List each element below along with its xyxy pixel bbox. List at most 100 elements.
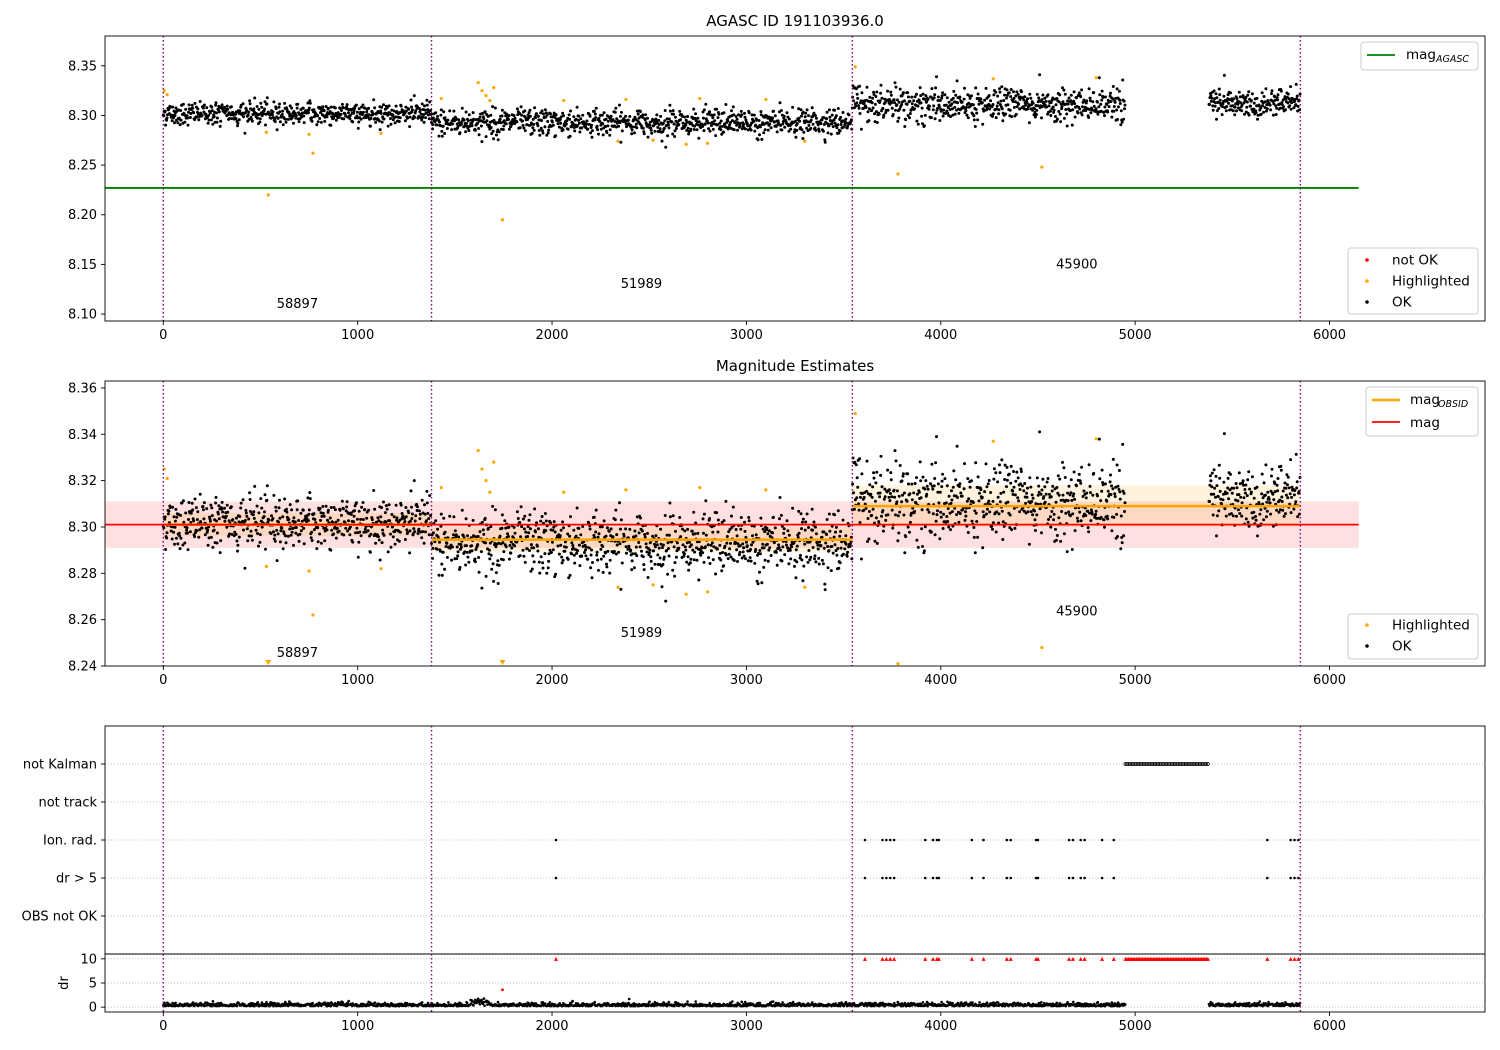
ok-point bbox=[743, 529, 747, 533]
ok-point bbox=[1287, 486, 1291, 490]
ok-point bbox=[927, 107, 931, 111]
ok-point bbox=[1255, 96, 1259, 100]
ok-point bbox=[1050, 510, 1054, 513]
ok-point bbox=[962, 97, 966, 101]
ok-point bbox=[1073, 497, 1077, 501]
highlighted-point bbox=[484, 479, 488, 483]
ok-point bbox=[668, 109, 672, 113]
highlighted-point bbox=[562, 98, 566, 103]
ok-point bbox=[1046, 477, 1050, 480]
highlighted-point bbox=[684, 592, 688, 596]
ok-point bbox=[404, 109, 408, 113]
ok-point bbox=[1016, 476, 1020, 480]
ok-point bbox=[1064, 108, 1068, 111]
ok-point bbox=[1009, 95, 1013, 99]
ok-point bbox=[355, 110, 359, 114]
ok-point bbox=[183, 541, 187, 545]
panel1-ytick-label-0: 8.10 bbox=[68, 308, 97, 323]
ok-point bbox=[1012, 105, 1016, 109]
ok-point bbox=[399, 503, 403, 507]
ok-point bbox=[1058, 93, 1062, 97]
ok-point bbox=[856, 96, 860, 100]
ok-point bbox=[1294, 500, 1298, 504]
ok-point bbox=[1052, 518, 1056, 522]
ok-point bbox=[248, 491, 252, 495]
ok-point bbox=[996, 94, 1000, 98]
ok-point bbox=[652, 549, 656, 553]
ok-point bbox=[315, 123, 319, 127]
ok-point bbox=[637, 541, 641, 544]
ok-point bbox=[916, 545, 920, 549]
ok-point bbox=[479, 124, 483, 128]
ok-point bbox=[425, 103, 429, 107]
ok-point bbox=[1038, 430, 1042, 434]
ok-point bbox=[974, 461, 978, 465]
ok-point bbox=[203, 533, 207, 537]
flag-point bbox=[937, 838, 941, 842]
ok-point bbox=[529, 543, 533, 547]
ok-point bbox=[436, 527, 440, 531]
ok-point bbox=[1118, 497, 1122, 501]
ok-point bbox=[604, 534, 608, 538]
ok-point bbox=[1293, 489, 1297, 492]
highlighted-point bbox=[624, 488, 628, 492]
ok-point bbox=[924, 479, 928, 483]
ok-point bbox=[250, 538, 254, 542]
ok-point bbox=[526, 535, 530, 538]
ok-point bbox=[725, 535, 729, 538]
ok-point bbox=[236, 543, 240, 547]
ok-point bbox=[559, 528, 563, 532]
ok-point bbox=[1012, 485, 1016, 489]
ok-point bbox=[668, 103, 672, 107]
ok-point bbox=[439, 108, 443, 112]
ok-point bbox=[528, 527, 532, 531]
ok-point bbox=[975, 111, 979, 115]
ok-point bbox=[648, 548, 652, 552]
ok-point bbox=[1285, 483, 1289, 487]
ok-point bbox=[381, 528, 385, 532]
ok-point bbox=[897, 116, 901, 120]
ok-point bbox=[163, 515, 167, 519]
ok-point bbox=[574, 534, 578, 538]
ok-point bbox=[590, 548, 593, 552]
ok-point bbox=[482, 117, 486, 121]
ok-point bbox=[1208, 103, 1211, 106]
ok-point bbox=[1070, 498, 1074, 502]
ok-point bbox=[1037, 96, 1041, 100]
ok-point bbox=[491, 504, 495, 508]
ok-point bbox=[987, 479, 991, 482]
ok-point bbox=[642, 568, 646, 572]
flag-point bbox=[881, 838, 884, 842]
ok-point bbox=[765, 542, 769, 546]
ok-point bbox=[412, 94, 416, 98]
highlighted-point bbox=[764, 97, 768, 102]
ok-point bbox=[1060, 510, 1064, 513]
ok-point bbox=[1260, 472, 1264, 476]
ok-point bbox=[640, 529, 644, 533]
ok-point bbox=[249, 529, 253, 533]
ok-point bbox=[480, 586, 484, 590]
ok-point bbox=[845, 554, 849, 558]
ok-point bbox=[307, 512, 311, 516]
ok-point bbox=[747, 111, 751, 115]
ok-point bbox=[749, 128, 753, 132]
ok-point bbox=[272, 493, 276, 497]
ok-point bbox=[1100, 98, 1104, 102]
ok-point bbox=[743, 520, 746, 524]
ok-point bbox=[605, 565, 609, 569]
ok-point bbox=[167, 509, 171, 513]
ok-point bbox=[281, 123, 285, 127]
ok-point bbox=[793, 130, 796, 134]
figure: AGASC ID 191103936.0 5889751989459000 100… bbox=[0, 0, 1500, 1050]
ok-point bbox=[875, 470, 879, 474]
ok-point bbox=[536, 527, 540, 531]
ok-point bbox=[244, 508, 248, 512]
ok-point bbox=[729, 541, 732, 545]
ok-point bbox=[908, 112, 912, 115]
ok-point bbox=[1217, 509, 1221, 513]
highlighted-point bbox=[311, 613, 315, 617]
ok-point bbox=[1000, 509, 1004, 513]
ok-point bbox=[470, 124, 474, 128]
ok-point bbox=[1062, 88, 1066, 92]
ok-point bbox=[648, 123, 652, 127]
